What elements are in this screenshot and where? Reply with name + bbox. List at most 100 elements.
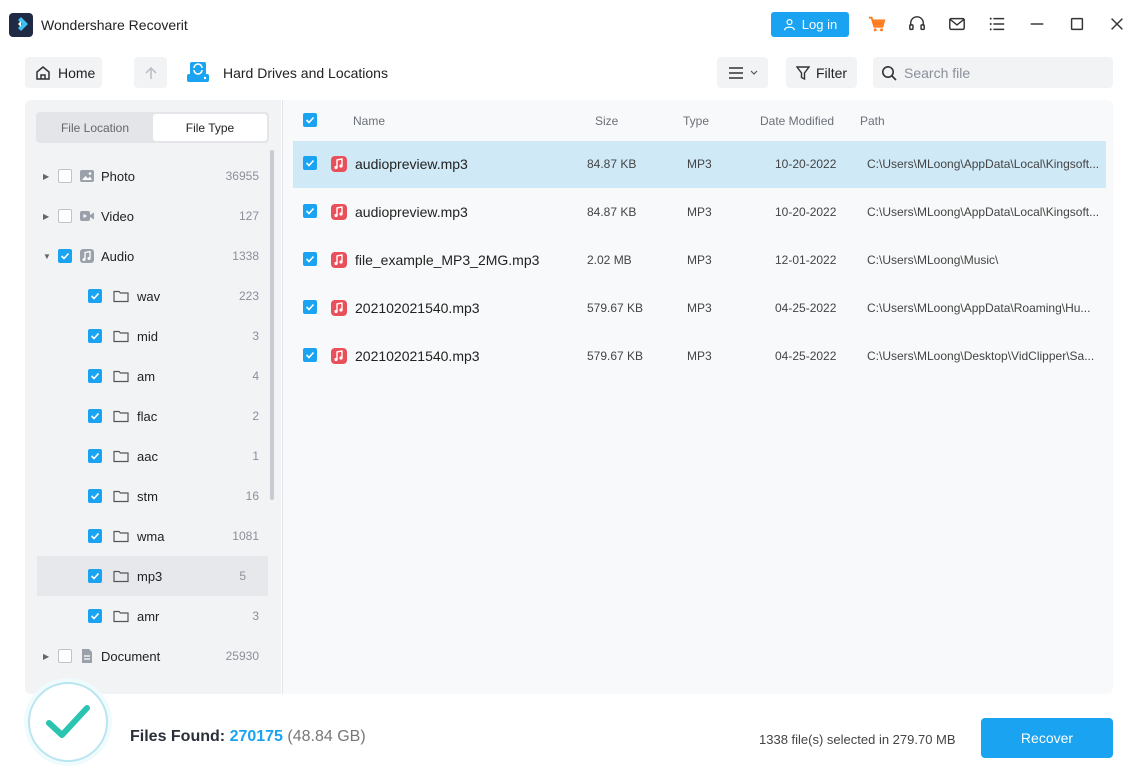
tree-checkbox[interactable] <box>88 289 102 303</box>
home-label: Home <box>58 64 96 81</box>
file-path: C:\Users\MLoong\AppData\Local\Kingsoft..… <box>867 157 1100 171</box>
caret-right-icon[interactable]: ▶ <box>43 172 49 181</box>
checkmark-icon <box>46 705 90 738</box>
tree-item-document[interactable]: ▶ Document 25930 <box>25 636 281 676</box>
tree-item-mp3[interactable]: mp3 5 <box>37 556 268 596</box>
photo-icon <box>79 168 95 184</box>
table-row[interactable]: audiopreview.mp3 84.87 KB MP3 10-20-2022 C:\… <box>293 141 1106 188</box>
tree-checkbox[interactable] <box>88 369 102 383</box>
filter-button[interactable]: Filter <box>786 57 857 88</box>
folder-icon <box>113 288 129 304</box>
search-input[interactable] <box>904 64 1094 81</box>
title-bar: Wondershare Recoverit Log in <box>0 0 1137 48</box>
search-icon <box>882 65 897 81</box>
table-row[interactable]: 202102021540.mp3 579.67 KB MP3 04-25-2022 C:… <box>293 333 1106 380</box>
tree-item-am[interactable]: am 4 <box>25 356 281 396</box>
tab-file-type[interactable]: File Type <box>153 114 267 141</box>
close-icon[interactable] <box>1107 14 1127 34</box>
mail-icon[interactable] <box>947 14 967 34</box>
cart-icon[interactable] <box>867 14 887 34</box>
tree-item-amr[interactable]: amr 3 <box>25 596 281 636</box>
headset-icon[interactable] <box>907 14 927 34</box>
tab-file-location[interactable]: File Location <box>38 114 152 141</box>
file-type: MP3 <box>687 157 712 171</box>
tree-item-label: Document <box>101 648 161 664</box>
column-date-modified[interactable]: Date Modified <box>760 114 834 128</box>
tree-item-label: amr <box>137 608 160 624</box>
files-found-label: Files Found: <box>130 728 226 745</box>
caret-right-icon[interactable]: ▶ <box>43 652 49 661</box>
file-name: file_example_MP3_2MG.mp3 <box>355 252 540 268</box>
file-path: C:\Users\MLoong\AppData\Local\Kingsoft..… <box>867 205 1100 219</box>
row-checkbox[interactable] <box>303 252 317 266</box>
app-logo-icon <box>9 13 33 37</box>
folder-icon <box>113 328 129 344</box>
login-label: Log in <box>801 17 838 32</box>
row-checkbox[interactable] <box>303 348 317 362</box>
tree-item-wma[interactable]: wma 1081 <box>25 516 281 556</box>
tree-checkbox[interactable] <box>88 329 102 343</box>
tree-item-aac[interactable]: aac 1 <box>25 436 281 476</box>
tree-checkbox[interactable] <box>88 409 102 423</box>
up-button[interactable] <box>134 57 167 88</box>
file-date: 10-20-2022 <box>775 205 837 219</box>
file-path: C:\Users\MLoong\Music\ <box>867 253 999 267</box>
tree-item-audio[interactable]: ▼ Audio 1338 <box>25 236 281 276</box>
tree-item-flac[interactable]: flac 2 <box>25 396 281 436</box>
tree-checkbox[interactable] <box>58 249 72 263</box>
file-size: 579.67 KB <box>587 349 644 363</box>
row-checkbox[interactable] <box>303 300 317 314</box>
row-checkbox[interactable] <box>303 156 317 170</box>
folder-icon <box>113 568 129 584</box>
scan-complete-badge <box>28 682 108 762</box>
search-box[interactable] <box>873 57 1113 88</box>
file-name: audiopreview.mp3 <box>355 204 468 220</box>
tree-item-stm[interactable]: stm 16 <box>25 476 281 516</box>
selection-summary: 1338 file(s) selected in 279.70 MB <box>759 732 956 747</box>
login-button[interactable]: Log in <box>771 12 849 37</box>
file-path: C:\Users\MLoong\Desktop\VidClipper\Sa... <box>867 349 1095 363</box>
home-button[interactable]: Home <box>25 57 102 88</box>
view-segment: File Location File Type <box>36 112 269 143</box>
tree-item-label: am <box>137 368 156 384</box>
tree-checkbox[interactable] <box>88 609 102 623</box>
column-path[interactable]: Path <box>860 114 885 128</box>
tree-item-label: wav <box>137 288 161 304</box>
tree-checkbox[interactable] <box>88 489 102 503</box>
tree-checkbox[interactable] <box>58 169 72 183</box>
list-view-icon <box>728 66 743 79</box>
tree-item-mid[interactable]: mid 3 <box>25 316 281 356</box>
minimize-icon[interactable] <box>1027 14 1047 34</box>
file-size: 579.67 KB <box>587 301 644 315</box>
tree-item-photo[interactable]: ▶ Photo 36955 <box>25 156 281 196</box>
select-all-checkbox[interactable] <box>303 113 317 127</box>
tree-checkbox[interactable] <box>58 649 72 663</box>
tree-scrollbar[interactable] <box>270 150 274 500</box>
tree-checkbox[interactable] <box>88 529 102 543</box>
maximize-icon[interactable] <box>1067 14 1087 34</box>
tree-checkbox[interactable] <box>88 449 102 463</box>
table-row[interactable]: 202102021540.mp3 579.67 KB MP3 04-25-2022 C:… <box>293 285 1106 332</box>
file-type: MP3 <box>687 349 712 363</box>
tree-item-video[interactable]: ▶ Video 127 <box>25 196 281 236</box>
location-title: Hard Drives and Locations <box>223 65 388 81</box>
row-checkbox[interactable] <box>303 204 317 218</box>
column-size[interactable]: Size <box>595 114 618 128</box>
tree-item-count: 2 <box>252 409 259 423</box>
tree-checkbox[interactable] <box>58 209 72 223</box>
recover-button[interactable]: Recover <box>981 718 1113 758</box>
file-type-tree: ▶ Photo 36955 ▶ Video 127 ▼ Audio 1338 wav 223 mid 3… <box>25 156 281 676</box>
audio-file-icon <box>329 346 349 366</box>
audio-icon <box>79 248 95 264</box>
tree-checkbox[interactable] <box>88 569 102 583</box>
tree-item-count: 16 <box>245 489 259 503</box>
caret-right-icon[interactable]: ▶ <box>43 212 49 221</box>
menu-icon[interactable] <box>987 14 1007 34</box>
column-type[interactable]: Type <box>683 114 709 128</box>
tree-item-wav[interactable]: wav 223 <box>25 276 281 316</box>
view-mode-button[interactable] <box>717 57 768 88</box>
table-row[interactable]: audiopreview.mp3 84.87 KB MP3 10-20-2022 C:\… <box>293 189 1106 236</box>
column-name[interactable]: Name <box>353 114 385 128</box>
caret-down-icon[interactable]: ▼ <box>43 252 51 261</box>
table-row[interactable]: file_example_MP3_2MG.mp3 2.02 MB MP3 12-01-… <box>293 237 1106 284</box>
